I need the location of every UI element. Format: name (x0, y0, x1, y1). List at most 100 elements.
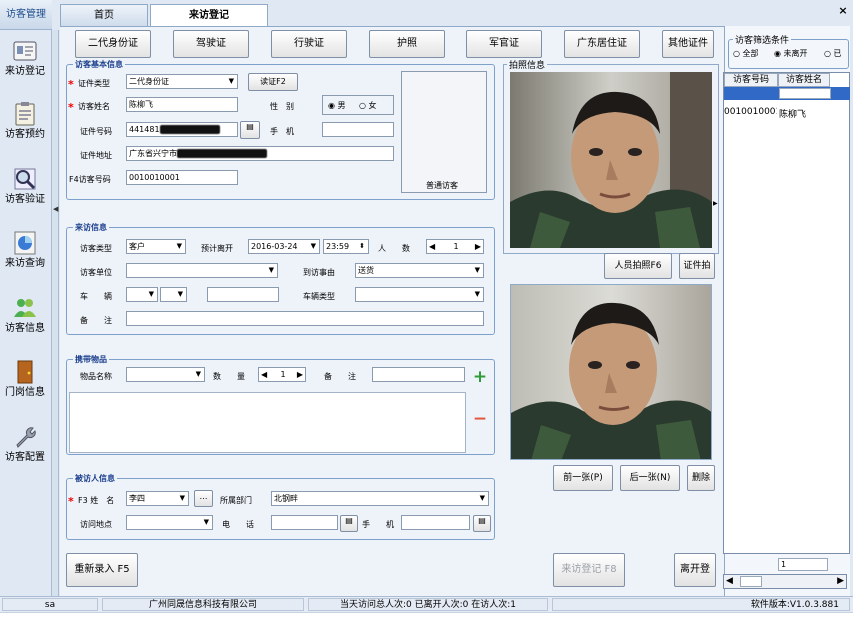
decrement-icon[interactable]: ◀ (261, 368, 267, 381)
gender-female-radio[interactable]: ○ 女 (359, 100, 377, 111)
horizontal-scrollbar[interactable]: ◀ ▶ (723, 574, 847, 589)
sidebar-item-gate-info[interactable]: 门岗信息 (2, 355, 48, 417)
table-row-selected[interactable] (724, 87, 850, 100)
items-list[interactable] (69, 392, 466, 453)
previous-photo-button[interactable]: 前一张(P) (553, 465, 613, 491)
captured-image (511, 285, 711, 459)
department-select[interactable]: 北钢畔 ▼ (271, 491, 489, 506)
tab-visit-register[interactable]: 来访登记 (150, 4, 268, 27)
scroll-thumb[interactable] (740, 576, 762, 587)
vehicle-plate-prefix-select[interactable]: ▼ (126, 287, 158, 302)
collapse-arrow-icon: ◀ (53, 205, 59, 213)
host-phone-input[interactable] (271, 515, 338, 530)
visitor-table[interactable] (723, 72, 850, 554)
visit-reason-select[interactable]: 送货 ▼ (355, 263, 484, 278)
re-enter-button[interactable]: 重新录入 F5 (66, 553, 138, 587)
visit-reason-label: 到访事由 (303, 268, 335, 277)
visitor-company-label: 访客单位 (80, 268, 112, 277)
page-number-input[interactable]: 1 (778, 558, 828, 571)
id-type-button-idcard[interactable]: 二代身份证 (75, 30, 151, 58)
id-type-button-officer[interactable]: 军官证 (466, 30, 542, 58)
clipboard-icon (15, 102, 35, 126)
filter-not-left-radio[interactable]: ◉ 未离开 (774, 48, 808, 59)
id-type-button-gd-residence[interactable]: 广东居住证 (564, 30, 640, 58)
item-name-label: 物品名称 (80, 372, 112, 381)
scroll-left-icon[interactable]: ◀ (726, 576, 733, 586)
people-count-stepper[interactable]: ◀ 1 ▶ (426, 239, 484, 254)
filter-left-radio[interactable]: ○ 已 (824, 48, 848, 59)
capture-id-button[interactable]: 证件拍 (679, 253, 715, 279)
id-type-button-passport[interactable]: 护照 (369, 30, 445, 58)
table-cell-editor[interactable] (779, 88, 831, 99)
sidebar-item-query[interactable]: 来访查询 (2, 226, 48, 288)
read-card-button[interactable]: 读证F2 (248, 73, 298, 91)
host-name-select[interactable]: 李四 ▼ (126, 491, 189, 506)
sidebar-item-label: 来访查询 (5, 258, 45, 269)
register-button[interactable]: 来访登记 F8 (553, 553, 625, 587)
camera-title: 拍照信息 (507, 58, 548, 71)
gender-label: 性 别 (270, 102, 294, 111)
column-header-visitor-name[interactable]: 访客姓名 (778, 73, 830, 87)
increment-icon[interactable]: ▶ (297, 368, 303, 381)
remark-input[interactable] (126, 311, 484, 326)
column-header-visitor-number[interactable]: 访客号码 (724, 73, 778, 87)
leave-time-label: 预计离开 (201, 244, 233, 253)
id-lookup-icon[interactable]: ▤ (240, 121, 260, 139)
vehicle-plate-letter-select[interactable]: ▼ (160, 287, 187, 302)
filter-title: 访客筛选条件 (733, 33, 792, 46)
mobile-book-icon[interactable]: ▤ (473, 515, 491, 532)
dropdown-arrow-icon: ▼ (474, 266, 480, 274)
remove-item-icon[interactable]: − (470, 410, 490, 430)
sidebar-item-verify[interactable]: 访客验证 (2, 162, 48, 224)
host-mobile-input[interactable] (401, 515, 470, 530)
vehicle-type-select[interactable]: ▼ (355, 287, 484, 302)
host-mobile-label: 手 机 (362, 520, 394, 529)
sidebar-item-label: 访客配置 (5, 452, 45, 463)
id-type-button-other[interactable]: 其他证件 (662, 30, 714, 58)
phone-input[interactable] (322, 122, 394, 137)
filter-all-radio[interactable]: ○ 全部 (733, 48, 759, 59)
vehicle-plate-input[interactable] (207, 287, 279, 302)
id-photo-frame (401, 71, 487, 193)
sidebar-item-visit-register[interactable]: 来访登记 (2, 34, 48, 96)
phone-book-icon[interactable]: ▤ (340, 515, 358, 532)
sidebar-item-config[interactable]: 访客配置 (2, 420, 48, 482)
decrement-icon[interactable]: ◀ (429, 240, 435, 253)
visitor-name-input[interactable]: 陈柳飞 (126, 97, 238, 112)
visit-location-select[interactable]: ▼ (126, 515, 213, 530)
tab-home[interactable]: 首页 (60, 4, 148, 26)
gender-male-radio[interactable]: ◉ 男 (328, 100, 346, 111)
close-icon[interactable]: × (836, 4, 850, 18)
add-item-icon[interactable]: + (470, 368, 490, 388)
sidebar-splitter[interactable]: ◀ (52, 30, 59, 596)
remark-label: 备 注 (80, 316, 112, 325)
next-photo-button[interactable]: 后一张(N) (620, 465, 680, 491)
table-row[interactable]: 0010010001 陈柳飞 (724, 106, 850, 120)
id-type-select[interactable]: 二代身份证 ▼ (126, 74, 238, 89)
id-number-input[interactable]: 441481 (126, 122, 238, 137)
increment-icon[interactable]: ▶ (475, 240, 481, 253)
visitor-company-select[interactable]: ▼ (126, 263, 278, 278)
item-qty-stepper[interactable]: ◀ 1 ▶ (258, 367, 306, 382)
sidebar-item-visitor-info[interactable]: 访客信息 (2, 291, 48, 353)
leave-date-picker[interactable]: 2016-03-24 ▼ (248, 239, 320, 254)
scroll-right-icon[interactable]: ▶ (837, 576, 844, 586)
visitor-type-select[interactable]: 客户 ▼ (126, 239, 186, 254)
item-remark-input[interactable] (372, 367, 465, 382)
host-browse-button[interactable]: … (194, 490, 213, 507)
name-label: 访客姓名 (78, 102, 110, 111)
expand-arrow-icon[interactable]: ▶ (713, 200, 719, 210)
id-type-button-vehicle[interactable]: 行驶证 (271, 30, 347, 58)
id-type-button-driver[interactable]: 驾驶证 (173, 30, 249, 58)
address-input[interactable]: 广东省兴宁市 (126, 146, 394, 161)
visitor-number-input[interactable]: 0010010001 (126, 170, 238, 185)
leave-time-spinner[interactable]: 23:59 ⬍ (323, 239, 369, 254)
tab-bar: 首页 来访登记 (60, 4, 850, 27)
sidebar-item-appointment[interactable]: 访客预约 (2, 97, 48, 159)
users-icon (14, 299, 36, 317)
item-name-select[interactable]: ▼ (126, 367, 205, 382)
delete-photo-button[interactable]: 删除 (687, 465, 715, 491)
live-camera-feed[interactable] (510, 72, 712, 248)
capture-person-button[interactable]: 人员拍照F6 (604, 253, 672, 279)
leave-button[interactable]: 离开登 (674, 553, 716, 587)
